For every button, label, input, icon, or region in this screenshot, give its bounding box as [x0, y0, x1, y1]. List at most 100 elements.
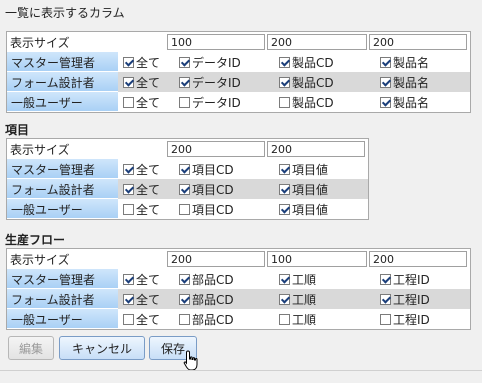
checkbox-label: 項目CD	[192, 182, 234, 197]
checkbox-item[interactable]: 項目CD	[179, 182, 234, 197]
checkbox[interactable]	[179, 76, 190, 88]
checkbox-item[interactable]: 製品名	[380, 55, 429, 70]
checkbox-item[interactable]: 全て	[123, 95, 160, 110]
size-input[interactable]	[267, 141, 365, 157]
role-label: 一般ユーザー	[7, 92, 118, 112]
checkbox-item[interactable]: 製品名	[380, 75, 429, 90]
checkbox[interactable]	[179, 203, 190, 215]
checkbox-item[interactable]: 部品CD	[179, 312, 234, 327]
role-label: フォーム設計者	[7, 289, 118, 309]
checkbox-label: 製品CD	[292, 95, 334, 110]
checkbox-item[interactable]: 工順	[279, 292, 316, 307]
checkbox[interactable]	[279, 293, 290, 305]
checkbox[interactable]	[123, 183, 134, 195]
checkbox-label: 部品CD	[192, 312, 234, 327]
checkbox[interactable]	[179, 183, 190, 195]
size-input[interactable]	[167, 141, 265, 157]
checkbox-item[interactable]: 製品CD	[279, 55, 334, 70]
checkbox-label: 製品名	[393, 95, 430, 110]
checkbox-label: 工程ID	[393, 292, 430, 307]
checkbox[interactable]	[179, 273, 190, 285]
size-label: 表示サイズ	[10, 143, 70, 157]
checkbox-label: 全て	[136, 55, 161, 70]
checkbox[interactable]	[123, 273, 134, 285]
checkbox-item[interactable]: 工順	[279, 312, 316, 327]
checkbox-item[interactable]: データID	[179, 75, 241, 90]
checkbox[interactable]	[380, 56, 391, 68]
role-label: フォーム設計者	[7, 179, 118, 199]
checkbox-item[interactable]: 製品名	[380, 95, 430, 110]
checkbox[interactable]	[380, 76, 391, 88]
edit-button[interactable]: 編集	[8, 336, 54, 360]
checkbox-label: 全て	[136, 292, 161, 307]
checkbox[interactable]	[123, 163, 134, 175]
checkbox-item[interactable]: 工程ID	[380, 312, 430, 327]
checkbox-item[interactable]: 工程ID	[380, 272, 430, 287]
checkbox-item[interactable]: 全て	[123, 312, 160, 327]
role-label: マスター管理者	[7, 159, 118, 179]
checkbox-item[interactable]: 項目値	[279, 182, 328, 197]
checkbox[interactable]	[279, 163, 290, 175]
checkbox[interactable]	[179, 96, 190, 108]
checkbox[interactable]	[279, 273, 290, 285]
checkbox-item[interactable]: 項目CD	[179, 202, 234, 217]
checkbox[interactable]	[179, 313, 190, 325]
checkbox[interactable]	[380, 96, 391, 108]
checkbox-item[interactable]: 部品CD	[179, 272, 234, 287]
checkbox[interactable]	[279, 56, 290, 68]
size-input[interactable]	[267, 251, 367, 267]
size-input[interactable]	[369, 251, 467, 267]
checkbox-item[interactable]: 全て	[123, 292, 161, 307]
size-input[interactable]	[167, 34, 265, 50]
checkbox[interactable]	[279, 96, 290, 108]
checkbox-label: 項目値	[292, 202, 329, 217]
role-label: 一般ユーザー	[7, 199, 118, 219]
checkbox[interactable]	[179, 56, 190, 68]
size-input[interactable]	[369, 34, 467, 50]
checkbox-label: 製品CD	[292, 75, 334, 90]
role-label: フォーム設計者	[7, 72, 118, 92]
size-label: 表示サイズ	[10, 36, 70, 50]
checkbox-item[interactable]: 項目CD	[179, 162, 234, 177]
checkbox-item[interactable]: 工程ID	[380, 292, 430, 307]
checkbox-label: 部品CD	[192, 272, 234, 287]
checkbox[interactable]	[279, 203, 290, 215]
checkbox-item[interactable]: 全て	[123, 182, 160, 197]
checkbox-item[interactable]: データID	[179, 95, 241, 110]
checkbox[interactable]	[380, 293, 391, 305]
checkbox-item[interactable]: 全て	[123, 202, 161, 217]
checkbox-label: 全て	[136, 202, 161, 217]
checkbox[interactable]	[123, 76, 134, 88]
checkbox-item[interactable]: 部品CD	[179, 292, 234, 307]
checkbox[interactable]	[123, 56, 134, 68]
cancel-button[interactable]: キャンセル	[59, 336, 145, 360]
checkbox-item[interactable]: 製品CD	[279, 75, 334, 90]
checkbox-item[interactable]: 全て	[123, 55, 161, 70]
checkbox-item[interactable]: 全て	[123, 162, 160, 177]
checkbox-item[interactable]: 全て	[123, 272, 160, 287]
checkbox-label: 工程ID	[393, 312, 430, 327]
checkbox[interactable]	[123, 96, 134, 108]
role-row: マスター管理者 全て データID 製品CD 製品名	[7, 52, 470, 72]
checkbox[interactable]	[123, 203, 134, 215]
role-row: フォーム設計者 全て データID 製品CD 製品名	[7, 72, 470, 92]
checkbox[interactable]	[179, 293, 190, 305]
section-title: 項目	[5, 123, 30, 137]
checkbox-item[interactable]: 製品CD	[279, 95, 334, 110]
checkbox[interactable]	[279, 76, 290, 88]
checkbox-item[interactable]: 項目値	[279, 162, 328, 177]
checkbox-item[interactable]: 項目値	[279, 202, 329, 217]
size-input[interactable]	[267, 34, 367, 50]
column-settings-grid: 表示サイズマスター管理者全て部品CD工順工程IDフォーム設計者全て部品CD工順工…	[6, 248, 471, 330]
size-input[interactable]	[167, 251, 265, 267]
checkbox[interactable]	[123, 293, 134, 305]
checkbox[interactable]	[279, 313, 290, 325]
checkbox-item[interactable]: 全て	[123, 75, 160, 90]
checkbox-item[interactable]: 工順	[279, 272, 316, 287]
checkbox[interactable]	[179, 163, 190, 175]
checkbox[interactable]	[279, 183, 290, 195]
checkbox[interactable]	[123, 313, 134, 325]
checkbox[interactable]	[380, 273, 391, 285]
checkbox-item[interactable]: データID	[179, 55, 241, 70]
checkbox[interactable]	[380, 313, 391, 325]
